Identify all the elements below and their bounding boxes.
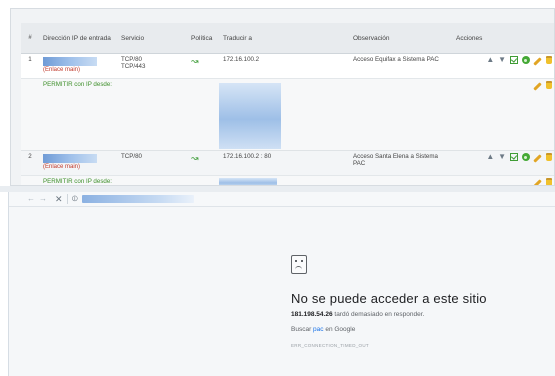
ip-link-label: (Enlace main) <box>43 67 81 73</box>
permit-ip-cell <box>219 78 349 151</box>
rule-service-cell: TCP/80 TCP/443 <box>117 53 187 79</box>
permit-ip-cell <box>219 175 349 185</box>
arrow-up-icon[interactable]: ▲ <box>486 56 494 64</box>
rules-table: # Dirección IP de entrada Servicio Polít… <box>21 23 554 185</box>
search-suggestion: Buscar pac en Google <box>291 326 355 333</box>
trash-icon[interactable] <box>546 56 552 64</box>
col-header-service[interactable]: Servicio <box>117 23 187 54</box>
pencil-icon[interactable] <box>533 153 543 163</box>
back-arrow-icon[interactable]: ← <box>27 194 35 204</box>
permit-row: PERMITIR con IP desde: <box>21 78 554 151</box>
col-header-actions: Acciones <box>452 23 554 54</box>
error-detail: 181.198.54.26 tardó demasiado en respond… <box>291 311 424 318</box>
col-header-translate[interactable]: Traducir a <box>219 23 349 54</box>
sad-page-icon <box>291 255 307 274</box>
arrow-up-icon[interactable]: ▲ <box>486 153 494 161</box>
error-page: No se puede acceder a este sitio 181.198… <box>9 207 555 376</box>
forward-arrow-icon[interactable]: → <box>39 194 47 204</box>
ip-link-label: (Enlace main) <box>43 164 81 170</box>
redacted-ip-list <box>219 178 277 185</box>
redacted-ip-list <box>219 83 281 149</box>
enable-icon[interactable] <box>521 56 530 64</box>
table-row: 2 (Enlace main) TCP/80 ↝ 172.16.100.2 : … <box>21 150 554 176</box>
pencil-icon[interactable] <box>533 178 543 185</box>
pencil-icon[interactable] <box>533 81 543 91</box>
rule-translate: 172.16.100.2 <box>219 53 349 79</box>
arrow-down-icon[interactable]: ▼ <box>498 153 506 161</box>
col-header-num: # <box>21 23 39 54</box>
service-value: TCP/80 <box>121 153 142 160</box>
rule-number: 1 <box>21 53 39 79</box>
redacted-ip <box>43 154 97 163</box>
col-header-ip[interactable]: Dirección IP de entrada <box>39 23 117 54</box>
service-value: TCP/80 <box>121 56 142 63</box>
rule-actions: ▲ ▼ <box>452 53 554 79</box>
arrow-down-icon[interactable]: ▼ <box>498 56 506 64</box>
address-bar[interactable] <box>82 195 194 203</box>
col-header-policy[interactable]: Política <box>187 23 219 54</box>
error-code: ERR_CONNECTION_TIMED_OUT <box>291 343 369 348</box>
permit-actions <box>452 175 554 185</box>
rule-observation: Acceso Equifax a Sistema PAC <box>349 53 452 79</box>
rule-observation: Acceso Santa Elena a Sistema PAC <box>349 150 452 176</box>
rule-service-cell: TCP/80 <box>117 150 187 176</box>
search-prefix: Buscar <box>291 326 314 333</box>
table-row: 1 (Enlace main) TCP/80 TCP/443 ↝ 172.16.… <box>21 53 554 79</box>
trash-icon[interactable] <box>546 153 552 161</box>
view-icon[interactable]: ⦶ <box>72 194 78 204</box>
rule-translate: 172.16.100.2 : 80 <box>219 150 349 176</box>
permit-label: PERMITIR con IP desde: <box>39 78 219 151</box>
trash-icon[interactable] <box>546 178 552 185</box>
browser-toolbar: ← → ✕ ⦶ <box>9 192 555 207</box>
rule-ip-cell: (Enlace main) <box>39 150 117 176</box>
service-value: TCP/443 <box>121 63 146 70</box>
enable-icon[interactable] <box>521 153 530 161</box>
policy-allow-icon[interactable]: ↝ <box>191 153 199 163</box>
search-link[interactable]: pac <box>313 326 323 333</box>
stop-icon[interactable]: ✕ <box>55 194 63 204</box>
permit-row: PERMITIR con IP desde: <box>21 175 554 185</box>
checkbox-icon[interactable] <box>509 153 518 161</box>
col-header-observation[interactable]: Observación <box>349 23 452 54</box>
permit-label: PERMITIR con IP desde: <box>39 175 219 185</box>
error-message: tardó demasiado en responder. <box>332 311 425 318</box>
toolbar-separator <box>67 194 68 204</box>
error-host: 181.198.54.26 <box>291 311 333 318</box>
checkbox-icon[interactable] <box>509 56 518 64</box>
table-header-row: # Dirección IP de entrada Servicio Polít… <box>21 23 554 54</box>
redacted-ip <box>43 57 97 66</box>
firewall-rules-panel: # Dirección IP de entrada Servicio Polít… <box>10 8 555 186</box>
error-title: No se puede acceder a este sitio <box>291 291 487 306</box>
rule-policy-cell: ↝ <box>187 150 219 176</box>
rule-policy-cell: ↝ <box>187 53 219 79</box>
search-suffix: en Google <box>323 326 356 333</box>
browser-window: ← → ✕ ⦶ No se puede acceder a este sitio… <box>8 192 555 376</box>
trash-icon[interactable] <box>546 81 552 89</box>
rule-number: 2 <box>21 150 39 176</box>
permit-actions <box>452 78 554 151</box>
policy-allow-icon[interactable]: ↝ <box>191 56 199 66</box>
pencil-icon[interactable] <box>533 56 543 66</box>
rule-ip-cell: (Enlace main) <box>39 53 117 79</box>
rule-actions: ▲ ▼ <box>452 150 554 176</box>
